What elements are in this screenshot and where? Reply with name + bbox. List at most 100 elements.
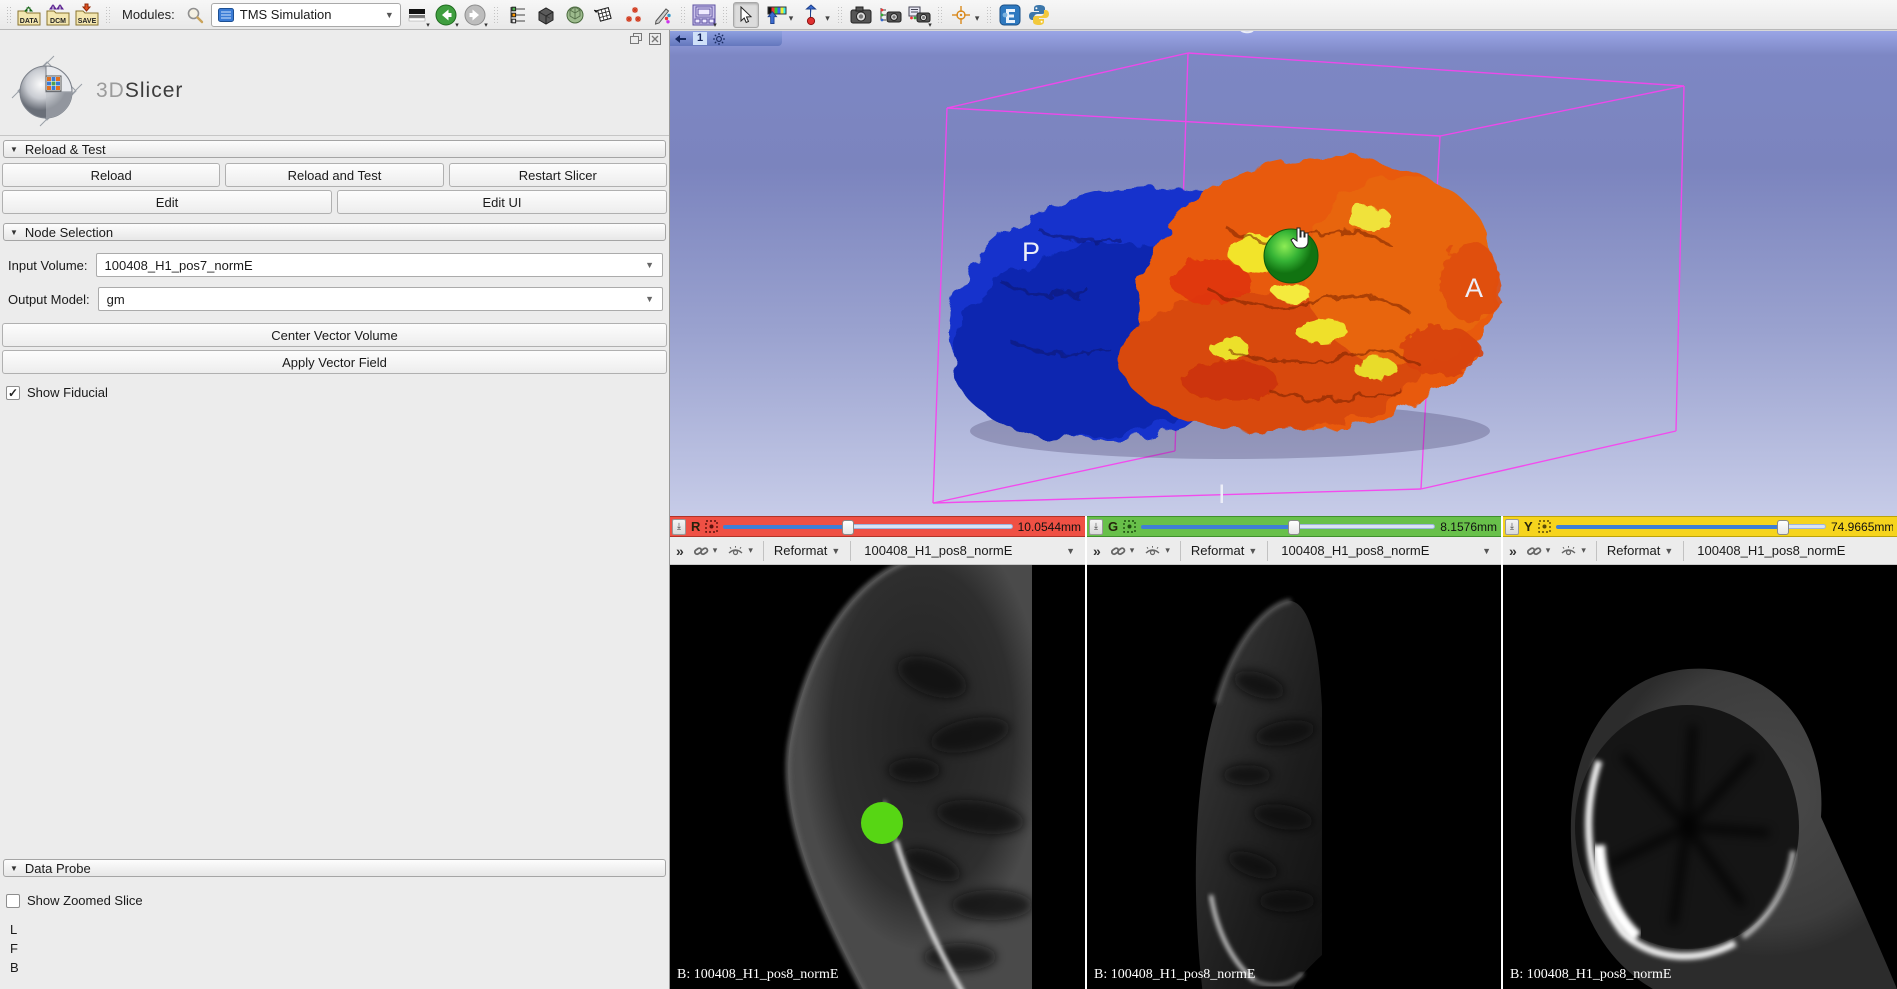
- scene-view-restore-button[interactable]: ▾: [906, 2, 932, 28]
- slice-visibility-button[interactable]: ▾: [1141, 544, 1173, 558]
- expand-controller-button[interactable]: »: [1509, 543, 1517, 559]
- toolbar-separator: [1267, 541, 1268, 561]
- load-data-button[interactable]: DATA: [16, 2, 42, 28]
- show-fiducial-checkbox[interactable]: ✓: [6, 386, 20, 400]
- slice-fiducial-icon[interactable]: [1538, 520, 1551, 533]
- view-options-gear-icon[interactable]: [713, 33, 725, 45]
- edit-button[interactable]: Edit: [2, 190, 332, 214]
- center-vector-volume-button[interactable]: Center Vector Volume: [2, 323, 667, 347]
- threed-scene: [670, 31, 1897, 516]
- expand-controller-button[interactable]: »: [1093, 543, 1101, 559]
- mouse-interaction-button[interactable]: [733, 2, 759, 28]
- slicer-app: DATA DCM SAVE Modules:: [0, 0, 1897, 989]
- chevron-down-icon: ▾: [455, 21, 459, 29]
- layout-selector-button[interactable]: ▾: [691, 2, 717, 28]
- undock-panel-icon[interactable]: [630, 33, 643, 45]
- threed-view-controller: 1: [670, 31, 782, 46]
- models-button[interactable]: [562, 2, 588, 28]
- transforms-button[interactable]: [591, 2, 617, 28]
- input-volume-label: Input Volume:: [8, 258, 88, 273]
- save-button[interactable]: SAVE: [74, 2, 100, 28]
- fiducial-marker-2d[interactable]: [861, 802, 903, 844]
- section-node-selection[interactable]: ▼ Node Selection: [3, 223, 666, 241]
- chevron-down-icon[interactable]: ▾: [789, 13, 794, 24]
- close-panel-icon[interactable]: [649, 33, 661, 45]
- threed-viewport[interactable]: P A I S 1: [670, 30, 1897, 516]
- history-forward-button[interactable]: ▾: [462, 2, 488, 28]
- slice-offset-slider[interactable]: [1141, 519, 1435, 535]
- slice-visibility-button[interactable]: ▾: [724, 544, 756, 558]
- mouse-pointer-icon: [737, 6, 755, 24]
- green-slice-toolbar: » ▾: [1087, 537, 1501, 565]
- link-slices-button[interactable]: ▾: [1523, 543, 1554, 559]
- slice-volume-combobox[interactable]: 100408_H1_pos8_normE ▼: [1275, 543, 1497, 558]
- view-number-badge: 1: [693, 32, 707, 45]
- slider-handle[interactable]: [1777, 520, 1789, 535]
- chevron-down-icon: ▼: [1066, 546, 1075, 556]
- edit-ui-button[interactable]: Edit UI: [337, 190, 667, 214]
- slice-volume-combobox[interactable]: 100408_H1_pos8_normE: [1691, 543, 1893, 558]
- reformat-combobox[interactable]: Reformat ▼: [1188, 543, 1260, 558]
- yellow-slice-viewport[interactable]: B: 100408_H1_pos8_normE: [1503, 565, 1897, 989]
- pin-view-controller-icon[interactable]: [675, 34, 687, 44]
- input-volume-combobox[interactable]: 100408_H1_pos7_normE ▼: [96, 253, 664, 277]
- axis-label-superior: S: [1238, 30, 1256, 40]
- restart-slicer-button[interactable]: Restart Slicer: [449, 163, 667, 187]
- adjust-window-level-button[interactable]: [762, 2, 788, 28]
- section-reload-and-test[interactable]: ▼ Reload & Test: [3, 140, 666, 158]
- slice-offset-slider[interactable]: [723, 519, 1012, 535]
- pin-slice-controller-button[interactable]: ⤓: [1505, 519, 1519, 535]
- svg-text:DATA: DATA: [20, 18, 38, 25]
- toolbar-separator: [763, 541, 764, 561]
- slider-handle[interactable]: [1288, 520, 1300, 535]
- pin-slice-controller-button[interactable]: ⤓: [672, 519, 686, 535]
- main-toolbar: DATA DCM SAVE Modules:: [0, 0, 1897, 30]
- slice-fiducial-icon[interactable]: [705, 520, 718, 533]
- toolbar-drag-handle[interactable]: [6, 6, 11, 24]
- place-fiducial-button[interactable]: [798, 2, 824, 28]
- slice-offset-slider[interactable]: [1556, 519, 1826, 535]
- screenshot-button[interactable]: [848, 2, 874, 28]
- expand-controller-button[interactable]: »: [676, 543, 684, 559]
- link-slices-button[interactable]: ▾: [1107, 543, 1138, 559]
- reformat-combobox[interactable]: Reformat ▼: [1604, 543, 1676, 558]
- chevron-down-icon[interactable]: ▾: [825, 13, 830, 24]
- eye-icon: [1144, 544, 1161, 558]
- section-data-probe[interactable]: ▼ Data Probe: [3, 859, 666, 877]
- crosshair-button[interactable]: [948, 2, 974, 28]
- slice-volume-combobox[interactable]: 100408_H1_pos8_normE ▼: [858, 543, 1081, 558]
- link-slices-button[interactable]: ▾: [690, 543, 721, 559]
- slice-visibility-button[interactable]: ▾: [1557, 544, 1589, 558]
- scene-view-capture-button[interactable]: [877, 2, 903, 28]
- history-back-button[interactable]: ▾: [433, 2, 459, 28]
- module-search-button[interactable]: [182, 2, 208, 28]
- slider-handle[interactable]: [842, 520, 854, 535]
- red-slice-viewport[interactable]: B: 100408_H1_pos8_normE: [670, 565, 1085, 989]
- extensions-manager-button[interactable]: [997, 2, 1023, 28]
- data-probe-rows: L F B: [10, 920, 669, 977]
- pin-slice-controller-button[interactable]: ⤓: [1089, 519, 1103, 535]
- reload-button[interactable]: Reload: [2, 163, 220, 187]
- yellow-slice-view: ⤓ Y 74.9665mm »: [1501, 516, 1897, 989]
- chevron-down-icon[interactable]: ▾: [975, 13, 980, 24]
- markups-icon: [623, 5, 643, 25]
- window-level-button[interactable]: ▾: [404, 2, 430, 28]
- green-slice-viewport[interactable]: B: 100408_H1_pos8_normE: [1087, 565, 1501, 989]
- volume-rendering-button[interactable]: [533, 2, 559, 28]
- dicom-button[interactable]: DCM: [45, 2, 71, 28]
- slice-fiducial-icon[interactable]: [1123, 520, 1136, 533]
- markups-button[interactable]: [620, 2, 646, 28]
- python-console-button[interactable]: [1026, 2, 1052, 28]
- output-model-combobox[interactable]: gm ▼: [98, 287, 663, 311]
- reformat-combobox[interactable]: Reformat ▼: [771, 543, 843, 558]
- annotations-button[interactable]: [649, 2, 675, 28]
- apply-vector-field-button[interactable]: Apply Vector Field: [2, 350, 667, 374]
- chevron-down-icon: ▾: [713, 21, 717, 29]
- show-zoomed-slice-checkbox[interactable]: [6, 894, 20, 908]
- module-hierarchy-button[interactable]: [504, 2, 530, 28]
- reload-and-test-button[interactable]: Reload and Test: [225, 163, 443, 187]
- green-slice-image: [1087, 565, 1501, 989]
- collapse-triangle-icon: ▼: [10, 864, 18, 873]
- adjust-window-level-icon: [763, 4, 787, 26]
- module-selector-combobox[interactable]: TMS Simulation ▼: [211, 3, 401, 27]
